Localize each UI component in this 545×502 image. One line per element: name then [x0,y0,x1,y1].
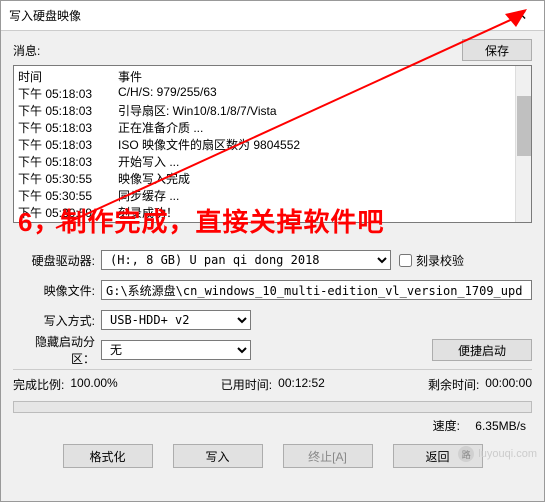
percent-value: 100.00% [70,376,117,393]
remain-value: 00:00:00 [485,376,532,393]
speed-value: 6.35MB/s [475,419,526,433]
format-button[interactable]: 格式化 [63,444,153,468]
remain-label: 剩余时间: [428,376,479,393]
drive-select[interactable]: (H:, 8 GB) U pan qi dong 2018 [101,250,391,270]
hidden-partition-select[interactable]: 无 [101,340,251,360]
log-row: 下午 05:18:03ISO 映像文件的扇区数为 9804552 [18,136,527,153]
log-header: 时间 事件 [18,68,527,85]
status-row: 完成比例: 100.00% 已用时间: 00:12:52 剩余时间: 00:00… [13,376,532,393]
verify-checkbox[interactable] [399,254,412,267]
log-listbox[interactable]: 时间 事件 下午 05:18:03C/H/S: 979/255/63 下午 05… [13,65,532,223]
window-title: 写入硬盘映像 [9,7,499,24]
stop-button: 终止[A] [283,444,373,468]
scrollbar-vertical[interactable] [515,66,531,222]
image-path-input[interactable] [101,280,532,300]
close-button[interactable]: ✕ [499,1,544,31]
write-mode-label: 写入方式: [13,312,101,329]
elapsed-value: 00:12:52 [278,376,325,393]
verify-label: 刻录校验 [416,252,464,269]
main-window: 写入硬盘映像 ✕ 消息: 保存 时间 事件 下午 05:18:03C/H/S: … [0,0,545,502]
log-row: 下午 05:30:55同步缓存 ... [18,187,527,204]
drive-label: 硬盘驱动器: [13,252,101,269]
scrollbar-thumb[interactable] [517,96,531,156]
speed-label: 速度: [433,419,460,433]
titlebar: 写入硬盘映像 ✕ [1,1,544,31]
message-label: 消息: [13,42,462,59]
log-header-event: 事件 [118,68,142,85]
elapsed-label: 已用时间: [221,376,272,393]
verify-checkbox-row[interactable]: 刻录校验 [399,252,464,269]
log-row: 下午 05:18:03正在准备介质 ... [18,119,527,136]
percent-label: 完成比例: [13,376,64,393]
watermark-icon: 路 [458,446,474,462]
log-header-time: 时间 [18,68,118,85]
save-button[interactable]: 保存 [462,39,532,61]
image-label: 映像文件: [13,282,101,299]
watermark-text: luyouqi.com [478,448,537,460]
divider [13,369,532,370]
write-mode-select[interactable]: USB-HDD+ v2 [101,310,251,330]
hidden-partition-label: 隐藏启动分区： [13,333,101,367]
log-row: 下午 05:30:55映像写入完成 [18,170,527,187]
log-row: 下午 05:18:03开始写入 ... [18,153,527,170]
log-row: 下午 05:30:59刻录成功！ [18,204,527,221]
log-row: 下午 05:18:03引导扇区: Win10/8.1/8/7/Vista [18,102,527,119]
write-button[interactable]: 写入 [173,444,263,468]
progress-bar [13,401,532,413]
portable-boot-button[interactable]: 便捷启动 [432,339,532,361]
watermark: 路 luyouqi.com [458,446,537,462]
log-row: 下午 05:18:03C/H/S: 979/255/63 [18,85,527,102]
